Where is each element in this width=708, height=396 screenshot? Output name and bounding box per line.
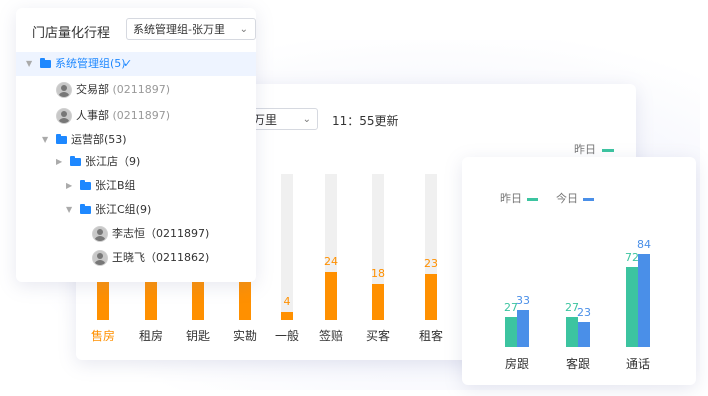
bar-value-label: 18: [371, 267, 385, 280]
tree-item[interactable]: 人事部 (0211897): [16, 104, 256, 128]
tree-item[interactable]: ▼ 张江C组(9): [16, 198, 256, 222]
bar-value-label: 33: [516, 294, 530, 308]
category-label[interactable]: 签赔: [311, 327, 351, 344]
tree-item-label: 王晓飞（0211862): [112, 251, 210, 264]
update-time: 11：55更新: [332, 114, 399, 128]
caret-right-icon[interactable]: ▶: [66, 174, 72, 198]
tree-item-label: 运营部(53): [71, 133, 127, 146]
category-label[interactable]: 租房: [131, 327, 171, 344]
bar-买客[interactable]: [372, 284, 384, 320]
tree-item-code: (0211897): [109, 109, 171, 122]
group-select-value: 万里: [253, 113, 278, 127]
bar-客跟-昨日[interactable]: [566, 317, 578, 347]
bar-一般[interactable]: [281, 312, 293, 320]
folder-icon: [80, 204, 91, 214]
bar-value-label: 24: [324, 255, 338, 268]
tree-item[interactable]: ▶ 张江B组: [16, 174, 256, 198]
caret-down-icon[interactable]: ▼: [26, 52, 32, 76]
tree-item-label: 张江B组: [95, 179, 136, 192]
legend-label: 昨日: [574, 143, 596, 156]
legend-today-label: 今日: [556, 192, 578, 205]
tree-item-label: 张江C组(9): [95, 203, 152, 216]
category-label: 客跟: [565, 357, 590, 371]
tree-item-code: (0211897): [109, 83, 171, 96]
bar-房跟-昨日[interactable]: [505, 317, 517, 347]
tree-item-label: 人事部 (0211897): [76, 109, 171, 122]
bar-value-label: 23: [424, 257, 438, 270]
category-label[interactable]: 租客: [411, 327, 451, 344]
chevron-down-icon: ⌄: [302, 114, 311, 125]
tree-item[interactable]: 交易部 (0211897): [16, 78, 256, 102]
bar-value-label: 84: [637, 238, 651, 251]
bar-value-label: 23: [577, 305, 591, 319]
tree-item-label: 交易部 (0211897): [76, 83, 171, 96]
legend-yesterday-label: 昨日: [500, 192, 522, 205]
bar-通话-今日[interactable]: [638, 254, 650, 347]
bar-通话-昨日[interactable]: [626, 267, 638, 347]
bar-租客[interactable]: [425, 274, 437, 320]
category-label[interactable]: 钥匙: [178, 327, 218, 344]
bar-实勘[interactable]: [239, 280, 251, 320]
legend-yesterday: 昨日: [500, 190, 538, 206]
bar-售房[interactable]: [97, 280, 109, 320]
compare-chart-card: 昨日 今日 27 33 房跟 27 23 客跟 72 84 通话: [462, 157, 696, 385]
avatar-icon: [56, 82, 72, 98]
group-selector[interactable]: 系统管理组-张万里 ⌄: [126, 18, 256, 40]
chart-legend: 昨日: [574, 141, 614, 157]
legend-today-swatch: [583, 197, 594, 201]
legend-yesterday-swatch: [527, 197, 538, 201]
store-tree-dropdown: 门店量化行程 系统管理组-张万里 ⌄ ▼ 系统管理组(5) ✓ 交易部 (021189…: [16, 8, 256, 282]
legend-swatch: [602, 148, 614, 152]
category-label[interactable]: 买客: [358, 327, 398, 344]
panel-title: 门店量化行程: [32, 26, 111, 41]
tree-item[interactable]: ▼ 系统管理组(5) ✓: [16, 52, 256, 76]
folder-icon: [70, 156, 81, 166]
avatar-icon: [92, 226, 108, 242]
tree-item[interactable]: ▼ 运营部(53): [16, 128, 256, 152]
folder-icon: [56, 134, 67, 144]
category-label[interactable]: 售房: [83, 327, 123, 344]
bar-租房[interactable]: [145, 280, 157, 320]
category-label: 通话: [625, 357, 650, 371]
chevron-down-icon: ⌄: [239, 24, 248, 35]
bar-客跟-今日[interactable]: [578, 321, 590, 347]
category-label: 房跟: [504, 357, 529, 371]
bar-房跟-今日[interactable]: [517, 310, 529, 347]
tree-item[interactable]: ▶ 张江店（9): [16, 150, 256, 174]
avatar-icon: [56, 108, 72, 124]
folder-icon: [80, 180, 91, 190]
caret-down-icon[interactable]: ▼: [42, 128, 48, 152]
category-label[interactable]: 实勘: [225, 327, 265, 344]
tree-item[interactable]: 王晓飞（0211862): [16, 246, 256, 270]
group-select[interactable]: 万里 ⌄: [246, 108, 318, 130]
bar-钥匙[interactable]: [192, 280, 204, 320]
check-icon: ✓: [123, 57, 133, 70]
category-label[interactable]: 一般: [267, 327, 307, 344]
bar-签赔[interactable]: [325, 272, 337, 320]
tree-item-label: 张江店（9): [85, 155, 141, 168]
caret-right-icon[interactable]: ▶: [56, 150, 62, 174]
avatar-icon: [92, 250, 108, 266]
bar-value-label: 4: [283, 295, 291, 308]
folder-icon: [40, 58, 51, 68]
legend-today: 今日: [556, 190, 594, 206]
group-selector-value: 系统管理组-张万里: [133, 23, 225, 36]
caret-down-icon[interactable]: ▼: [66, 198, 72, 222]
tree-item-label: 系统管理组(5): [55, 57, 126, 70]
tree-item-label: 李志恒（0211897): [112, 227, 210, 240]
tree-item[interactable]: 李志恒（0211897): [16, 222, 256, 246]
